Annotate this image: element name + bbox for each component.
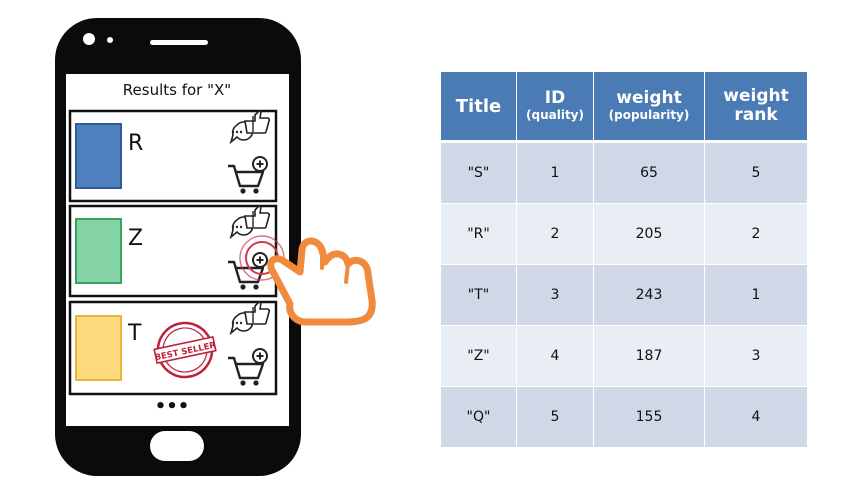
product-thumbnail	[75, 123, 122, 189]
product-card-z[interactable]: Z	[68, 204, 285, 298]
cell-weight: 243	[594, 265, 705, 326]
cell-id: 2	[517, 204, 594, 265]
cell-title: "R"	[441, 204, 517, 265]
cell-id: 1	[517, 143, 594, 204]
cell-rank: 1	[705, 265, 807, 326]
cell-rank: 4	[705, 387, 807, 448]
column-header-weight-rank[interactable]: weight rank	[705, 72, 807, 143]
table-row[interactable]: "R" 2 205 2	[441, 204, 807, 265]
screen-title: Results for "X"	[123, 81, 231, 99]
column-header-weight[interactable]: weight (popularity)	[594, 72, 705, 143]
product-label: R	[128, 131, 143, 156]
cell-weight: 205	[594, 204, 705, 265]
table-row[interactable]: "Z" 4 187 3	[441, 326, 807, 387]
product-thumbnail	[75, 315, 122, 381]
cell-id: 4	[517, 326, 594, 387]
cell-weight: 187	[594, 326, 705, 387]
cell-rank: 2	[705, 204, 807, 265]
camera-dot	[83, 33, 95, 45]
table-row[interactable]: "T" 3 243 1	[441, 265, 807, 326]
more-indicator: •••	[155, 396, 190, 417]
phone-illustration: Results for "X" R Z T BEST SELLER •••	[55, 18, 376, 476]
product-label: T	[127, 321, 142, 346]
cell-title: "Z"	[441, 326, 517, 387]
product-card-r[interactable]: R	[68, 109, 278, 203]
column-header-title[interactable]: Title	[441, 72, 517, 143]
cell-weight: 155	[594, 387, 705, 448]
table-row[interactable]: "Q" 5 155 4	[441, 387, 807, 448]
cell-title: "T"	[441, 265, 517, 326]
cell-id: 3	[517, 265, 594, 326]
cell-weight: 65	[594, 143, 705, 204]
sensor-dot	[107, 37, 113, 43]
cell-id: 5	[517, 387, 594, 448]
product-thumbnail	[75, 218, 122, 284]
speaker-slot	[150, 40, 208, 45]
cell-title: "Q"	[441, 387, 517, 448]
cell-title: "S"	[441, 143, 517, 204]
results-table: Title ID (quality) weight (popularity) w…	[441, 72, 807, 448]
table-header-row: Title ID (quality) weight (popularity) w…	[441, 72, 807, 143]
cell-rank: 3	[705, 326, 807, 387]
table-row[interactable]: "S" 1 65 5	[441, 143, 807, 204]
column-header-id[interactable]: ID (quality)	[517, 72, 594, 143]
product-card-t[interactable]: T BEST SELLER	[68, 300, 278, 396]
cell-rank: 5	[705, 143, 807, 204]
home-button[interactable]	[150, 431, 204, 461]
product-label: Z	[128, 226, 143, 251]
